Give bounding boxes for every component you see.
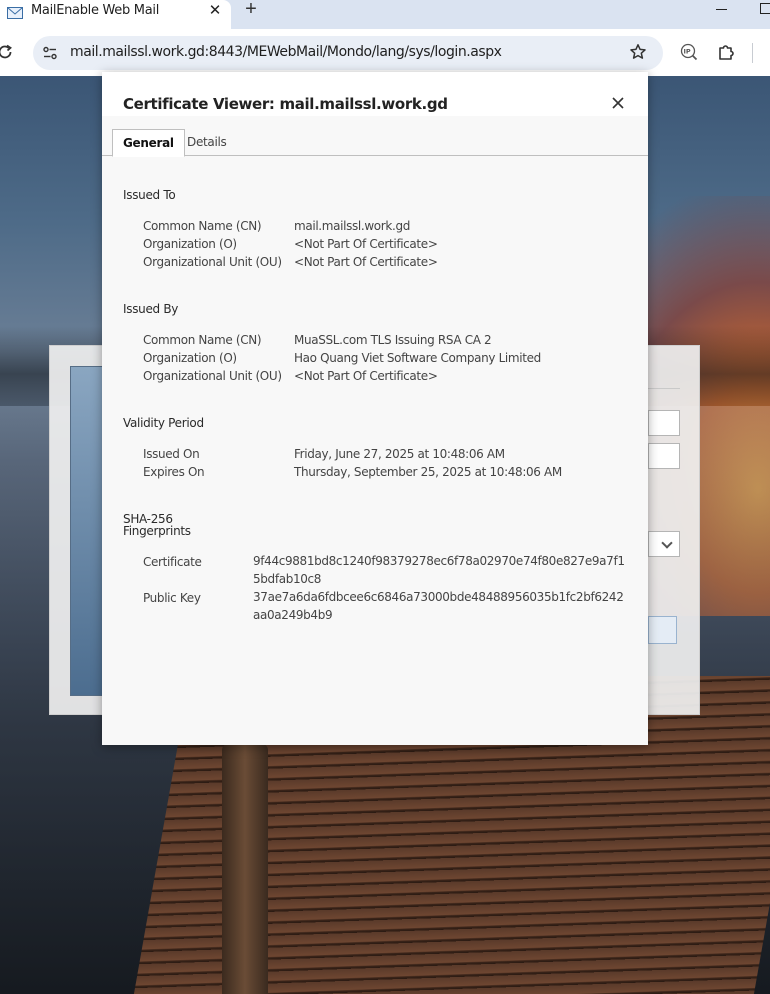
issued-by-ou-value: <Not Part Of Certificate> (294, 369, 438, 383)
fingerprints-heading-line2: Fingerprints (123, 524, 191, 538)
dock-post (222, 744, 268, 994)
reload-icon[interactable] (0, 43, 14, 61)
browser-tab[interactable]: MailEnable Web Mail ✕ (0, 0, 231, 29)
tab-close-icon[interactable]: ✕ (205, 2, 225, 22)
issued-to-cn-label: Common Name (CN) (143, 219, 262, 233)
address-bar[interactable]: mail.mailssl.work.gd:8443/MEWebMail/Mond… (33, 36, 663, 70)
login-side-image (70, 366, 104, 696)
tab-general[interactable]: General (112, 129, 185, 157)
expires-on-value: Thursday, September 25, 2025 at 10:48:06… (294, 465, 562, 479)
login-divider (648, 388, 680, 389)
site-info-icon[interactable] (42, 45, 58, 61)
tab-title: MailEnable Web Mail (31, 3, 160, 18)
language-select[interactable] (648, 531, 680, 557)
minimize-icon[interactable] (712, 0, 732, 20)
issued-on-label: Issued On (143, 447, 200, 461)
issued-by-cn-label: Common Name (CN) (143, 333, 262, 347)
issued-to-ou-value: <Not Part Of Certificate> (294, 255, 438, 269)
issued-to-heading: Issued To (123, 188, 176, 202)
dialog-header: Certificate Viewer: mail.mailssl.work.gd (102, 72, 648, 116)
bookmark-star-icon[interactable] (629, 43, 647, 61)
browser-toolbar: mail.mailssl.work.gd:8443/MEWebMail/Mond… (0, 29, 770, 76)
url-text[interactable]: mail.mailssl.work.gd:8443/MEWebMail/Mond… (70, 44, 502, 60)
new-tab-button[interactable]: + (240, 0, 262, 22)
tab-details[interactable]: Details (177, 129, 237, 156)
certificate-fingerprint-value: 9f44c9881bd8c1240f98379278ec6f78a02970e7… (253, 554, 625, 586)
login-button[interactable] (648, 616, 677, 644)
dialog-tabs: General Details (102, 129, 648, 157)
issued-by-o-label: Organization (O) (143, 351, 237, 365)
envelope-favicon (7, 7, 23, 19)
expires-on-label: Expires On (143, 465, 205, 479)
close-icon[interactable] (609, 94, 627, 112)
issued-on-value: Friday, June 27, 2025 at 10:48:06 AM (294, 447, 505, 461)
tab-strip: MailEnable Web Mail ✕ + (0, 0, 770, 29)
public-key-fingerprint-label: Public Key (143, 591, 201, 605)
dialog-title: Certificate Viewer: mail.mailssl.work.gd (123, 95, 448, 113)
extensions-puzzle-icon[interactable] (717, 43, 735, 61)
validity-heading: Validity Period (123, 416, 204, 430)
issued-to-cn-value: mail.mailssl.work.gd (294, 219, 410, 233)
issued-to-o-value: <Not Part Of Certificate> (294, 237, 438, 251)
issued-by-heading: Issued By (123, 302, 179, 316)
issued-by-o-value: Hao Quang Viet Software Company Limited (294, 351, 541, 365)
certificate-viewer-dialog: Certificate Viewer: mail.mailssl.work.gd… (102, 72, 648, 745)
issued-to-ou-label: Organizational Unit (OU) (143, 255, 282, 269)
public-key-fingerprint-value: 37ae7a6da6fdbcee6c6846a73000bde484889560… (253, 590, 624, 622)
issued-by-ou-label: Organizational Unit (OU) (143, 369, 282, 383)
maximize-icon[interactable] (760, 3, 770, 14)
ip-extension-icon[interactable]: IP (680, 43, 698, 61)
password-field[interactable] (648, 443, 680, 469)
toolbar-divider (752, 43, 753, 63)
svg-text:IP: IP (684, 48, 691, 56)
username-field[interactable] (648, 410, 680, 436)
issued-by-cn-value: MuaSSL.com TLS Issuing RSA CA 2 (294, 333, 492, 347)
certificate-fingerprint-label: Certificate (143, 555, 202, 569)
issued-to-o-label: Organization (O) (143, 237, 237, 251)
